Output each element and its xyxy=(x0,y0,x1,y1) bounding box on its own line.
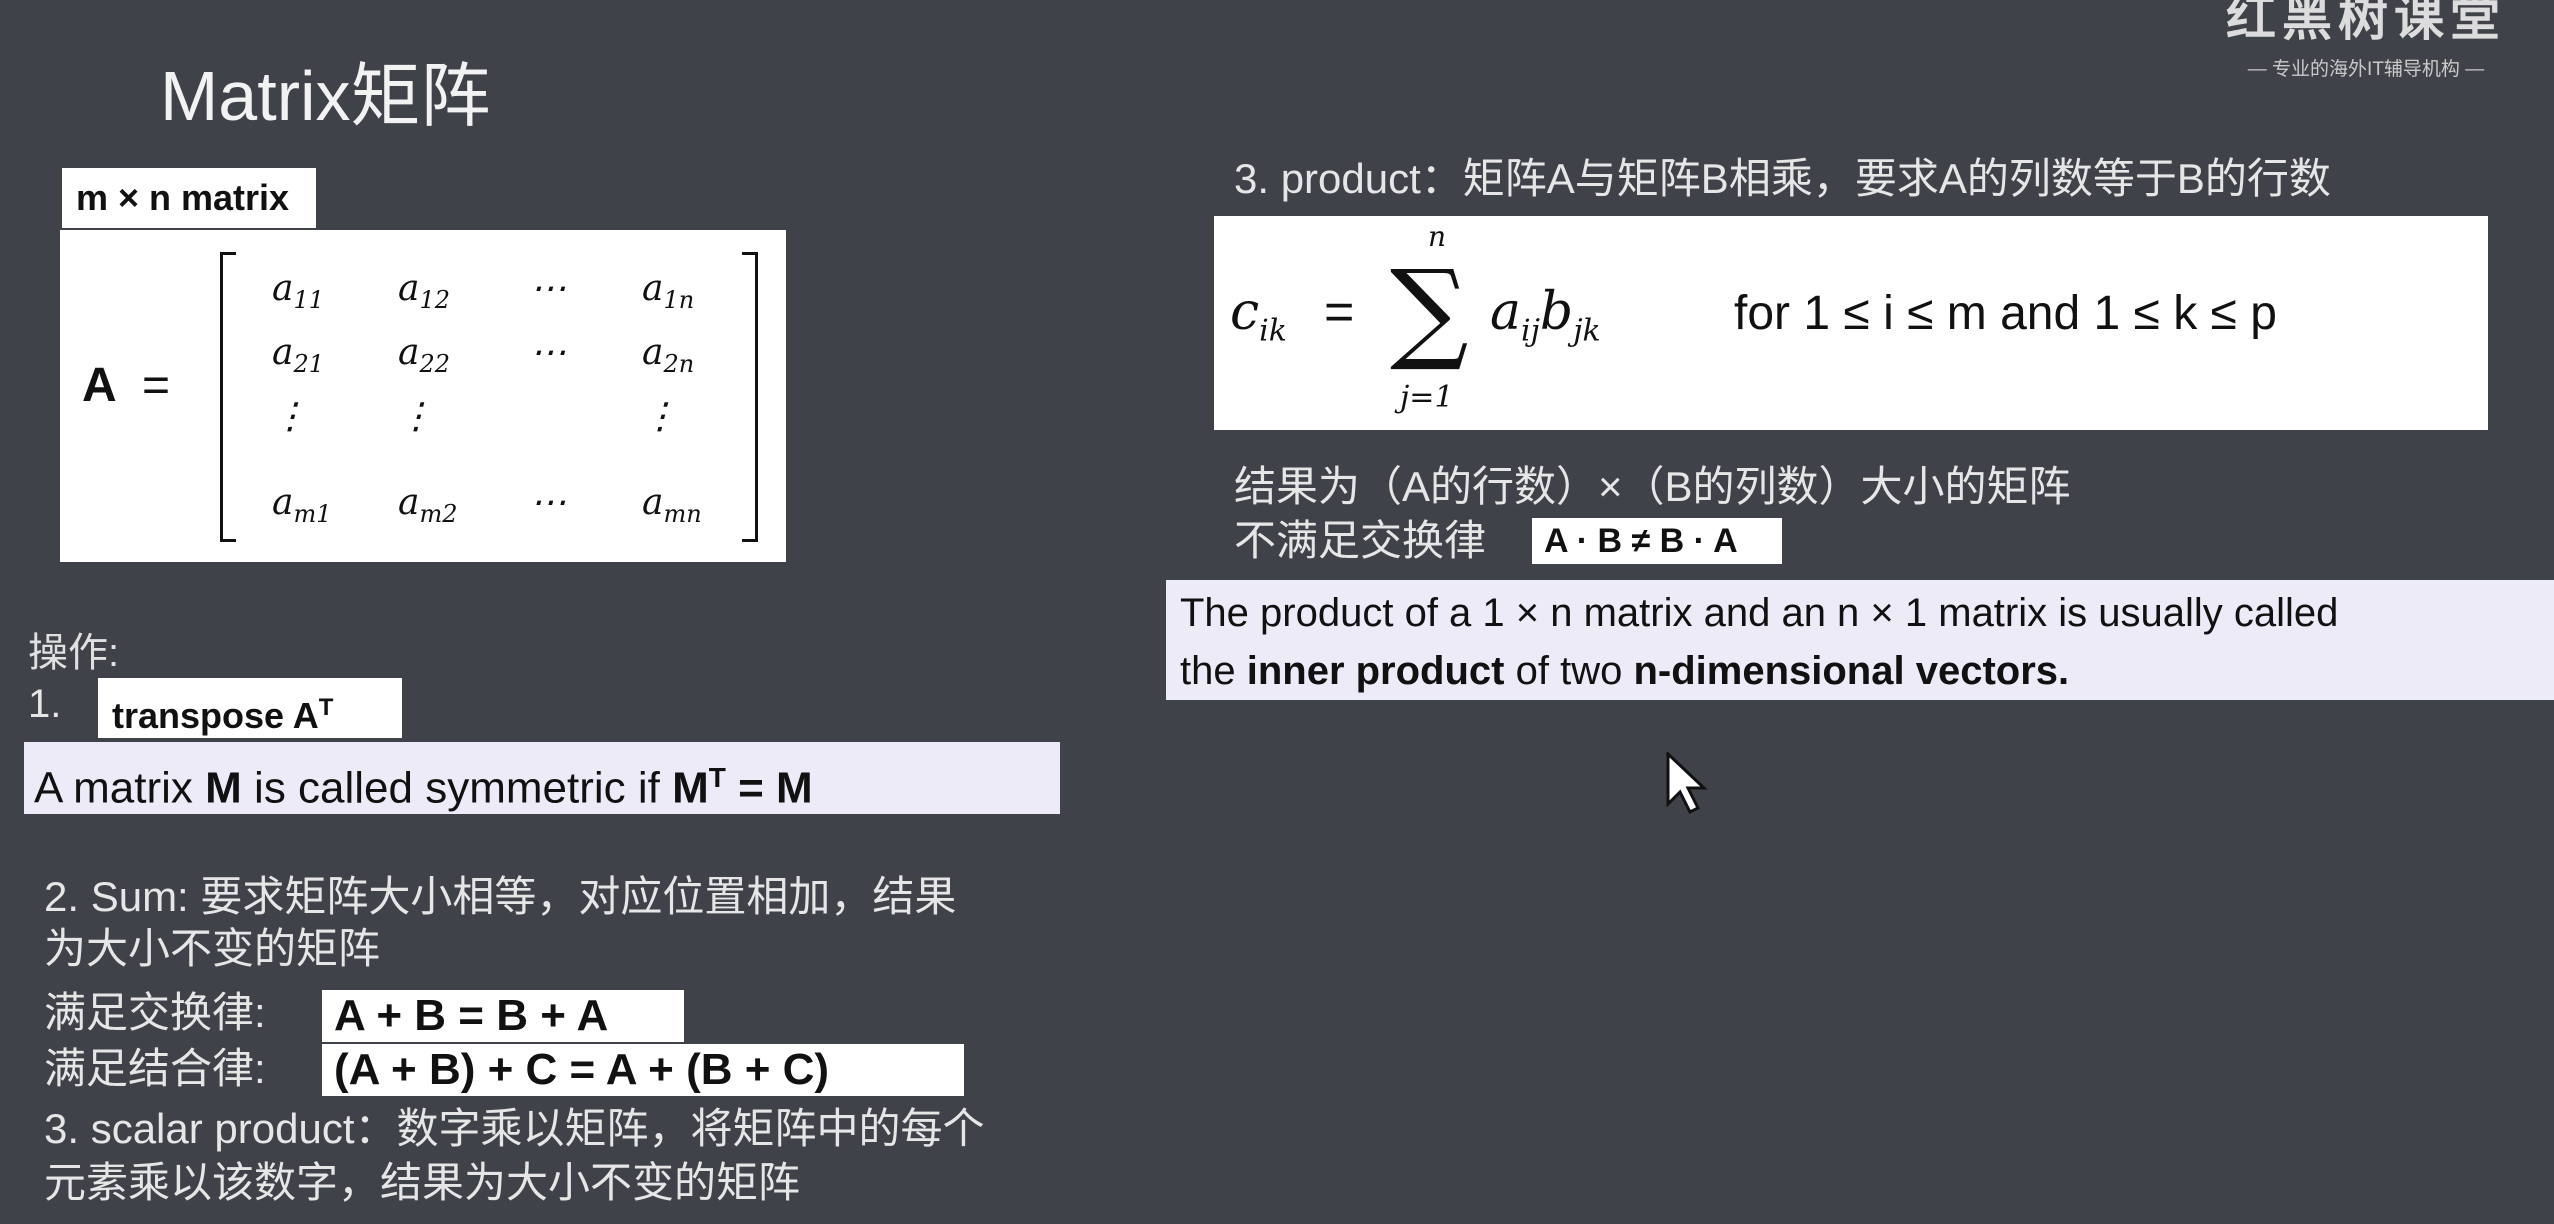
matrix-cell: ⋮ xyxy=(642,396,678,437)
matrix-cell: a1n xyxy=(642,268,694,314)
commutative-equation: A + B = B + A xyxy=(322,990,684,1042)
matrix-cell: a2n xyxy=(642,332,694,378)
commutative-label: 满足交换律: xyxy=(44,989,266,1036)
inner-line-2-b: of two xyxy=(1504,649,1634,693)
matrix-cell-index: m2 xyxy=(419,500,458,529)
symmetric-eq-sup: T xyxy=(708,762,726,793)
right-bracket xyxy=(742,252,758,542)
formula-lhs: cik xyxy=(1230,282,1287,348)
matrix-cell: a22 xyxy=(398,332,450,378)
matrix-cell-symbol: a xyxy=(398,332,420,373)
matrix-cell-symbol: a xyxy=(272,332,294,373)
symmetric-eq-rhs: = M xyxy=(725,763,813,813)
matrix-cell-index: 1n xyxy=(663,286,695,315)
matrix-cell-symbol: ⋮ xyxy=(398,396,434,437)
matrix-cell-index: 11 xyxy=(293,286,325,315)
noncommutative-equation: A · B ≠ B · A xyxy=(1532,518,1782,564)
matrix-figure: A = a11 a12 ⋯ a1n a21 a22 ⋯ a2n ⋮ ⋮ ⋮ am1 am2 ⋯ amn xyxy=(60,230,786,562)
symmetric-mid: is called symmetric if xyxy=(241,763,673,813)
matrix-cell-symbol: ⋮ xyxy=(272,396,308,437)
matrix-cell-index: 21 xyxy=(293,350,325,379)
inner-line-2: the inner product of two n-dimensional v… xyxy=(1180,642,2540,700)
sum-line-1: 2. Sum: 要求矩阵大小相等，对应位置相加，结果 xyxy=(44,873,957,920)
formula-lhs-sub: ik xyxy=(1259,313,1287,349)
left-bracket xyxy=(220,252,236,542)
matrix-cell-symbol: a xyxy=(398,482,420,523)
sum-line-2: 为大小不变的矩阵 xyxy=(44,925,381,972)
matrix-cell-symbol: ⋯ xyxy=(530,482,566,523)
matrix-cell-symbol: ⋮ xyxy=(642,396,678,437)
symmetric-text: A matrix xyxy=(34,763,206,813)
matrix-cell-symbol: ⋯ xyxy=(530,268,566,309)
matrix-cell-symbol: ⋯ xyxy=(530,332,566,373)
symmetric-m: M xyxy=(205,763,242,813)
matrix-cell-symbol: a xyxy=(272,482,294,523)
matrix-cell: am1 xyxy=(272,482,332,528)
matrix-cell: amn xyxy=(642,482,702,528)
matrix-lhs: A xyxy=(82,359,117,412)
brand-logo: 红黑树课堂 — 专业的海外IT辅导机构 — xyxy=(2226,0,2506,81)
operations-label: 操作: xyxy=(28,631,120,675)
matrix-cell: ⋯ xyxy=(530,268,566,309)
matrix-equals: = xyxy=(142,359,171,412)
formula-lhs-c: c xyxy=(1230,282,1260,342)
inner-line-2-bold: inner product xyxy=(1246,649,1505,693)
matrix-cell: ⋮ xyxy=(272,396,308,437)
matrix-cell-index: 2n xyxy=(663,350,695,379)
result-line: 结果为（A的行数）×（B的列数）大小的矩阵 xyxy=(1234,463,2071,510)
matrix-cell: ⋯ xyxy=(530,482,566,523)
item1-number: 1. xyxy=(28,682,62,726)
matrix-cell-index: mn xyxy=(663,500,702,529)
formula-term-a: a xyxy=(1490,282,1522,342)
sigma-symbol: ∑ xyxy=(1390,246,1469,374)
formula-term: aijbjk xyxy=(1490,282,1601,348)
scalar-line-2: 元素乘以该数字，结果为大小不变的矩阵 xyxy=(44,1159,801,1206)
matrix-cell: ⋯ xyxy=(530,332,566,373)
transpose-label: transpose AT xyxy=(98,678,402,738)
product-heading: 3. product：矩阵A与矩阵B相乘，要求A的列数等于B的行数 xyxy=(1234,155,2331,202)
matrix-cell-symbol: a xyxy=(272,268,294,309)
transpose-sup: T xyxy=(318,694,334,721)
formula-condition: for 1 ≤ i ≤ m and 1 ≤ k ≤ p xyxy=(1734,287,2277,340)
inner-line-1: The product of a 1 × n matrix and an n ×… xyxy=(1180,591,2339,635)
logo-sub-text: — 专业的海外IT辅导机构 — xyxy=(2247,59,2485,80)
formula-term-b: b xyxy=(1539,282,1574,342)
matrix-cell-index: 12 xyxy=(419,286,451,315)
product-formula: cik = n ∑ j=1 aijbjk for 1 ≤ i ≤ m and 1… xyxy=(1214,216,2488,430)
matrix-label: m × n matrix xyxy=(62,168,316,228)
noncommutative-label: 不满足交换律 xyxy=(1234,517,1487,564)
matrix-cell-index: m1 xyxy=(293,500,332,529)
formula-term-b-sub: jk xyxy=(1573,313,1601,349)
slide-title: Matrix矩阵 xyxy=(160,57,491,135)
matrix-cell-symbol: a xyxy=(642,482,664,523)
inner-product-note: The product of a 1 × n matrix and an n ×… xyxy=(1166,580,2554,700)
matrix-cell: a12 xyxy=(398,268,450,314)
symmetric-eq-lhs: M xyxy=(672,763,709,813)
scalar-line-1: 3. scalar product：数字乘以矩阵，将矩阵中的每个 xyxy=(44,1105,985,1152)
associative-label: 满足结合律: xyxy=(44,1045,266,1092)
matrix-cell: am2 xyxy=(398,482,458,528)
logo-main-text: 红黑树课堂 xyxy=(2226,0,2506,46)
formula-equals: = xyxy=(1324,283,1355,341)
formula-term-a-sub: ij xyxy=(1521,313,1540,349)
inner-line-2-bold2: n-dimensional vectors. xyxy=(1633,649,2070,693)
matrix-cell: a21 xyxy=(272,332,324,378)
matrix-cell-symbol: a xyxy=(642,332,664,373)
symmetric-definition: A matrix M is called symmetric if MT = M xyxy=(24,742,1060,814)
matrix-cell-symbol: a xyxy=(642,268,664,309)
mouse-cursor-icon xyxy=(1666,752,1708,815)
matrix-cell: a11 xyxy=(272,268,324,314)
matrix-cell-symbol: a xyxy=(398,268,420,309)
matrix-cell: ⋮ xyxy=(398,396,434,437)
formula-sum-bottom: j=1 xyxy=(1400,380,1454,415)
transpose-text: transpose A xyxy=(112,695,319,736)
matrix-cell-index: 22 xyxy=(419,350,451,379)
inner-line-2-a: the xyxy=(1180,649,1247,693)
associative-equation: (A + B) + C = A + (B + C) xyxy=(322,1044,964,1096)
